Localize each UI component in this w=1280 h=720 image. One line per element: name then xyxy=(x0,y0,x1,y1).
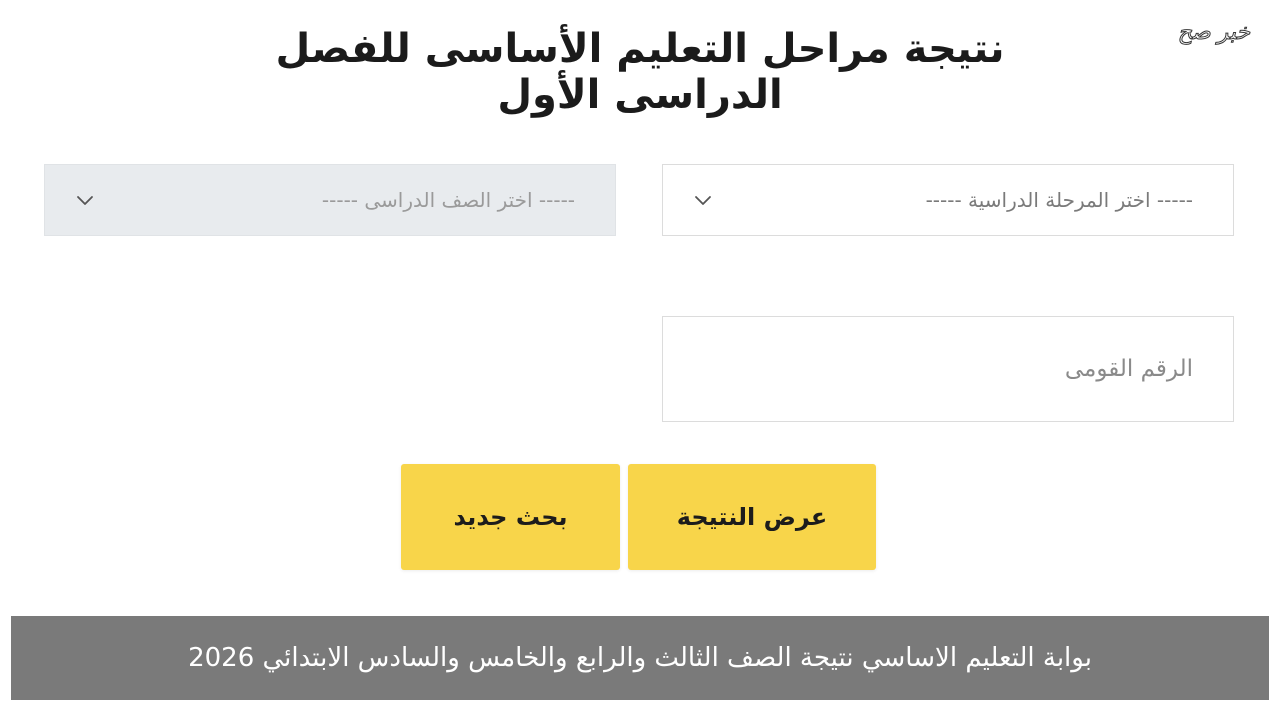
national-id-input[interactable] xyxy=(662,316,1234,422)
stage-select-value: ----- اختر المرحلة الدراسية ----- xyxy=(925,188,1193,212)
show-result-button[interactable]: عرض النتيجة xyxy=(628,464,876,570)
site-watermark: خبر صح xyxy=(1177,20,1250,46)
page-title: نتيجة مراحل التعليم الأساسى للفصل الدراس… xyxy=(275,26,1005,118)
grade-select-value: ----- اختر الصف الدراسى ----- xyxy=(321,188,575,212)
caption-text: بوابة التعليم الاساسي نتيجة الصف الثالث … xyxy=(188,643,1092,673)
chevron-down-icon xyxy=(691,188,715,212)
stage-select[interactable]: ----- اختر المرحلة الدراسية ----- xyxy=(662,164,1234,236)
grade-select[interactable]: ----- اختر الصف الدراسى ----- xyxy=(44,164,616,236)
caption-bar: بوابة التعليم الاساسي نتيجة الصف الثالث … xyxy=(11,616,1269,700)
chevron-down-icon xyxy=(73,188,97,212)
new-search-button[interactable]: بحث جديد xyxy=(401,464,620,570)
